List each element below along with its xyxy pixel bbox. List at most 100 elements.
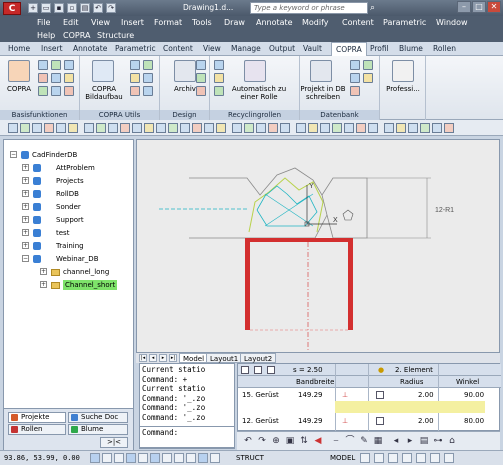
- tool-icon-32[interactable]: [396, 123, 406, 133]
- curve-icon[interactable]: ⌒: [345, 436, 355, 446]
- grid-icon[interactable]: [241, 366, 249, 374]
- undo-icon[interactable]: ↶: [93, 3, 103, 13]
- open-icon[interactable]: ▭: [41, 3, 51, 13]
- expand-icon[interactable]: +: [40, 268, 47, 275]
- osnap-button[interactable]: [138, 453, 148, 463]
- tool-icon-20[interactable]: [244, 123, 254, 133]
- menu-tools[interactable]: Tools: [192, 18, 212, 27]
- recycle-icon-2[interactable]: [214, 73, 224, 83]
- projekt-db-icon[interactable]: [310, 60, 332, 82]
- line-icon[interactable]: ⎯: [331, 436, 341, 446]
- menu-file[interactable]: File: [37, 18, 50, 27]
- menu-draw[interactable]: Draw: [224, 18, 245, 27]
- lwt-button[interactable]: [186, 453, 196, 463]
- tool-icon-33[interactable]: [408, 123, 418, 133]
- menu-structure[interactable]: Structure: [97, 31, 134, 40]
- table-row-name[interactable]: 15. Gerüst: [242, 389, 279, 401]
- annotation-scale-button[interactable]: [374, 453, 384, 463]
- prev-layout-icon[interactable]: ◂: [149, 354, 157, 362]
- tab-suche-doc[interactable]: Suche Doc: [68, 412, 128, 423]
- tool-icon-22[interactable]: [268, 123, 278, 133]
- arrow-up-icon[interactable]: [51, 60, 61, 70]
- tool-icon-1[interactable]: [8, 123, 18, 133]
- professional-icon[interactable]: [392, 60, 414, 82]
- tool-icon-26[interactable]: [320, 123, 330, 133]
- undo-icon[interactable]: ↶: [243, 436, 253, 446]
- highlighted-row[interactable]: [335, 401, 485, 413]
- tool-icon-18[interactable]: [216, 123, 226, 133]
- row-checkbox[interactable]: [376, 417, 384, 425]
- minimize-button[interactable]: –: [457, 1, 471, 13]
- tool-icon-16[interactable]: [192, 123, 202, 133]
- table-row-winkel[interactable]: 80.00: [464, 415, 484, 427]
- table-row-radius[interactable]: 2.00: [418, 389, 434, 401]
- model-space-toggle[interactable]: MODEL: [330, 454, 355, 462]
- tool-icon-3[interactable]: [32, 123, 42, 133]
- table-row-bandbreite[interactable]: 149.29: [298, 415, 323, 427]
- tool-icon-23[interactable]: [280, 123, 290, 133]
- professional-label[interactable]: Professi...: [382, 85, 424, 93]
- dyn-button[interactable]: [174, 453, 184, 463]
- tree-item[interactable]: + AttProblem: [22, 163, 130, 173]
- expand-icon[interactable]: +: [22, 242, 29, 249]
- arrow-right-icon[interactable]: [64, 60, 74, 70]
- tab-home[interactable]: Home: [8, 44, 30, 53]
- table-row-name[interactable]: 12. Gerüst: [242, 415, 279, 427]
- tool-icon-17[interactable]: [204, 123, 214, 133]
- menu-annotate[interactable]: Annotate: [256, 18, 293, 27]
- angle-icon[interactable]: ⊥: [342, 415, 348, 427]
- expand-icon[interactable]: +: [22, 203, 29, 210]
- sc-button[interactable]: [210, 453, 220, 463]
- lock-icon[interactable]: ▣: [285, 436, 295, 446]
- table-row-radius[interactable]: 2.00: [418, 415, 434, 427]
- tool-icon-31[interactable]: [384, 123, 394, 133]
- tree-root[interactable]: − CadFinderDB: [10, 150, 130, 160]
- struct-toggle[interactable]: STRUCT: [236, 454, 264, 462]
- tool-icon-25[interactable]: [308, 123, 318, 133]
- menu-modify[interactable]: Modify: [302, 18, 329, 27]
- tab-manage[interactable]: Manage: [231, 44, 261, 53]
- arrow-right-icon[interactable]: ▸: [405, 436, 415, 446]
- redo-icon[interactable]: ↷: [106, 3, 116, 13]
- bildaufbau-label[interactable]: COPRA Bildaufbau: [82, 85, 126, 101]
- isolate-button[interactable]: [430, 453, 440, 463]
- clean-screen-button[interactable]: [444, 453, 454, 463]
- search-input[interactable]: Type a keyword or phrase: [250, 2, 368, 14]
- tab-rollen[interactable]: Rollen: [433, 44, 456, 53]
- scale-icon[interactable]: [64, 73, 74, 83]
- util-icon-5[interactable]: [130, 86, 140, 96]
- arrow-icon[interactable]: [254, 366, 262, 374]
- archiv-icon[interactable]: [174, 60, 196, 82]
- close-button[interactable]: ✕: [487, 1, 501, 13]
- tab-annotate[interactable]: Annotate: [73, 44, 107, 53]
- tool-icon-21[interactable]: [256, 123, 266, 133]
- copra-icon[interactable]: [8, 60, 30, 82]
- tool-icon-29[interactable]: [356, 123, 366, 133]
- new-icon[interactable]: +: [28, 3, 38, 13]
- tree-item[interactable]: + Support: [22, 215, 130, 225]
- workspace-button[interactable]: [388, 453, 398, 463]
- arrow-left-icon[interactable]: [38, 60, 48, 70]
- expand-icon[interactable]: +: [22, 177, 29, 184]
- projekt-db-label[interactable]: Projekt in DB schreiben: [300, 85, 346, 101]
- collapse-icon[interactable]: −: [10, 151, 17, 158]
- grid-button[interactable]: [102, 453, 112, 463]
- move-icon[interactable]: [51, 86, 61, 96]
- sort-icon[interactable]: ⇅: [299, 436, 309, 446]
- ducs-button[interactable]: [162, 453, 172, 463]
- tab-content[interactable]: Content: [163, 44, 193, 53]
- bulb-icon[interactable]: ●: [378, 364, 384, 376]
- menu-parametric[interactable]: Parametric: [383, 18, 426, 27]
- drawing-canvas[interactable]: Y X 12-R1: [136, 139, 500, 353]
- tab-output[interactable]: Output: [269, 44, 295, 53]
- next-layout-icon[interactable]: ▸: [159, 354, 167, 362]
- red-arrow-icon[interactable]: ◀: [313, 436, 323, 446]
- collapse-icon[interactable]: −: [22, 255, 29, 262]
- tree-child-selected[interactable]: + Channel_short: [40, 280, 130, 290]
- tree-item[interactable]: + Sonder: [22, 202, 130, 212]
- first-layout-icon[interactable]: |◂: [139, 354, 147, 362]
- db-icon-4[interactable]: [363, 73, 373, 83]
- recycle-icon-1[interactable]: [214, 60, 224, 70]
- tab-rollen[interactable]: Rollen: [8, 424, 66, 435]
- design-icon-2[interactable]: [196, 73, 206, 83]
